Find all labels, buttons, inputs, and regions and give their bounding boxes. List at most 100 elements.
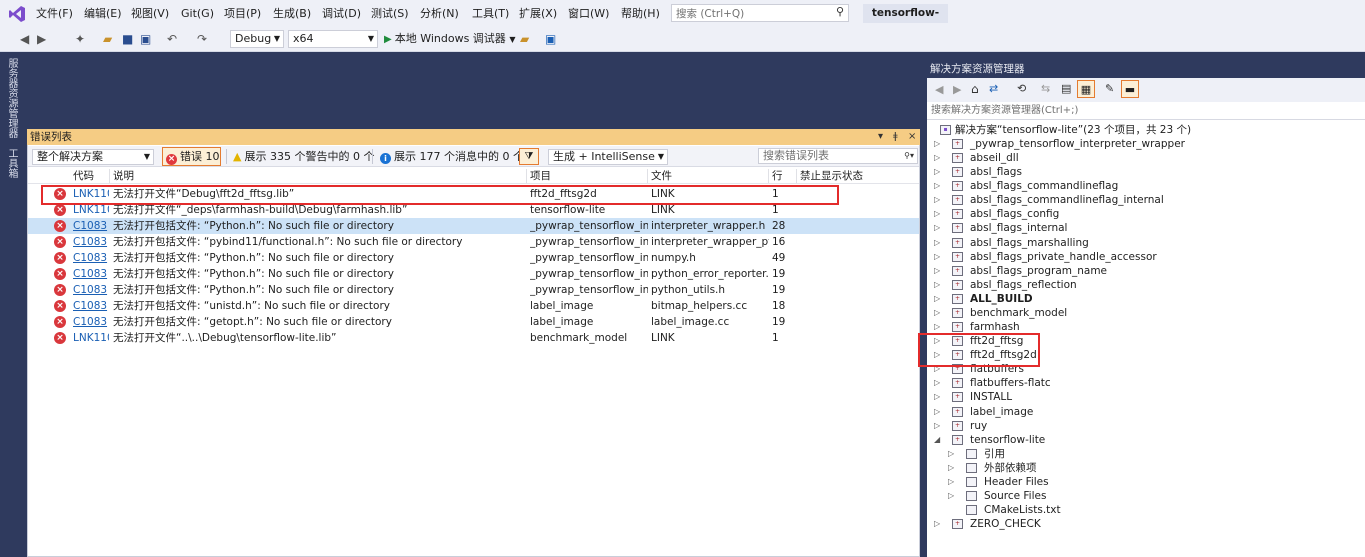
menu-item[interactable]: Git(G) [181,0,214,27]
expand-arrow-icon[interactable]: ▷ [934,390,940,404]
expand-arrow-icon[interactable]: ▷ [948,489,954,503]
error-row[interactable]: × C1083 无法打开包括文件: “getopt.h”: No such file… [28,314,919,330]
pending-changes-icon[interactable]: ⟲ [1017,82,1026,95]
menu-item[interactable]: 帮助(H) [621,0,660,27]
column-header-code[interactable]: 代码 [73,169,94,183]
expand-arrow-icon[interactable]: ▷ [934,320,940,334]
menu-item[interactable]: 窗口(W) [568,0,609,27]
expand-arrow-icon[interactable]: ▷ [934,179,940,193]
open-folder-icon[interactable]: ▰ [103,32,112,47]
expand-arrow-icon[interactable]: ▷ [934,405,940,419]
screenshot-icon[interactable]: ▣ [545,32,556,47]
menu-item[interactable]: 工具(T) [472,0,509,27]
error-description: 无法打开包括文件: “Python.h”: No such file or di… [113,252,394,264]
warnings-filter-button[interactable]: ▲ 展示 335 个警告中的 0 个 [233,148,374,165]
expand-arrow-icon[interactable]: ▷ [934,137,940,151]
error-code[interactable]: C1083 [73,250,109,266]
undo-icon[interactable]: ↶ [167,32,177,47]
expand-arrow-icon[interactable]: ▷ [934,419,940,433]
error-row[interactable]: × C1083 无法打开包括文件: “Python.h”: No such file… [28,218,919,234]
expand-arrow-icon[interactable]: ▷ [948,447,954,461]
column-header-description[interactable]: 说明 [113,169,134,183]
messages-filter-button[interactable]: i 展示 177 个消息中的 0 个 [380,148,524,165]
expand-arrow-icon[interactable]: ▷ [934,517,940,531]
error-row[interactable]: × C1083 无法打开包括文件: “Python.h”: No such file… [28,250,919,266]
save-icon[interactable]: ■ [122,32,133,47]
error-row[interactable]: × C1083 无法打开包括文件: “pybind11/functional.h”:… [28,234,919,250]
menu-item[interactable]: 扩展(X) [519,0,557,27]
sync-icon[interactable]: ⇆ [1041,82,1050,95]
switch-views-icon[interactable]: ⇄ [989,82,998,95]
server-explorer-tab[interactable]: 服务器资源管理器 [5,58,19,138]
save-all-icon[interactable]: ▣ [140,32,151,47]
pin-icon[interactable]: ǂ [893,129,898,145]
warning-icon: ▲ [233,150,242,163]
column-header-project[interactable]: 项目 [530,169,551,183]
menu-item[interactable]: 分析(N) [420,0,459,27]
forward-icon[interactable]: ▶ [37,32,46,47]
error-row[interactable]: × LNK1104 无法打开文件“..\..\Debug\tensorflow-li… [28,330,919,346]
expand-arrow-icon[interactable]: ▷ [948,461,954,475]
show-all-files-icon[interactable]: ▦ [1077,80,1095,98]
expand-arrow-icon[interactable]: ▷ [934,306,940,320]
menu-item[interactable]: 调试(D) [322,0,361,27]
expand-arrow-icon[interactable]: ▷ [934,165,940,179]
column-header-file[interactable]: 文件 [651,169,672,183]
build-intellisense-dropdown[interactable]: 生成 + IntelliSense ▼ [548,149,668,165]
properties-wrench-icon[interactable]: ✎ [1105,82,1114,95]
expand-arrow-icon[interactable]: ▷ [934,250,940,264]
visual-studio-logo-icon[interactable] [8,5,26,23]
menu-item[interactable]: 项目(P) [224,0,261,27]
menu-item[interactable]: 文件(F) [36,0,73,27]
error-code[interactable]: C1083 [73,314,109,330]
menu-item[interactable]: 视图(V) [131,0,169,27]
collapse-arrow-icon[interactable]: ◢ [934,433,940,447]
start-debugging-button[interactable]: ▶ 本地 Windows 调试器 ▼ [384,31,515,47]
error-row[interactable]: × C1083 无法打开包括文件: “Python.h”: No such file… [28,266,919,282]
error-code[interactable]: C1083 [73,266,109,282]
build-filter-icon[interactable]: ⧩ [519,148,539,165]
redo-icon[interactable]: ↷ [197,32,207,47]
expand-arrow-icon[interactable]: ▷ [948,475,954,489]
expand-arrow-icon[interactable]: ▷ [934,376,940,390]
close-icon[interactable]: × [908,129,916,145]
expand-arrow-icon[interactable]: ▷ [934,221,940,235]
column-header-line[interactable]: 行 [772,169,783,183]
find-in-files-icon[interactable]: ▰ [520,32,529,47]
error-code[interactable]: C1083 [73,298,109,314]
expand-arrow-icon[interactable]: ▷ [934,278,940,292]
error-list-search-input[interactable]: 搜索错误列表 ⚲▾ [758,148,918,164]
new-item-icon[interactable]: ✦ [75,32,85,47]
menu-item[interactable]: 生成(B) [273,0,311,27]
menu-item[interactable]: 编辑(E) [84,0,122,27]
project-icon: + [952,223,963,233]
expand-arrow-icon[interactable]: ▷ [934,292,940,306]
error-code[interactable]: LNK1104 [73,330,109,346]
expand-arrow-icon[interactable]: ▷ [934,236,940,250]
project-icon: + [952,322,963,332]
window-position-icon[interactable]: ▾ [878,129,883,145]
menu-item[interactable]: 测试(S) [371,0,409,27]
global-search-input[interactable]: 搜索 (Ctrl+Q) ⚲ [671,4,849,22]
collapse-all-icon[interactable]: ▤ [1061,82,1071,95]
toolbox-tab[interactable]: 工具箱 [5,148,19,178]
expand-arrow-icon[interactable]: ▷ [934,193,940,207]
solution-explorer-search-input[interactable]: 搜索解决方案资源管理器(Ctrl+;) [927,102,1365,120]
error-row[interactable]: × C1083 无法打开包括文件: “Python.h”: No such file… [28,282,919,298]
forward-icon[interactable]: ▶ [953,83,961,96]
expand-arrow-icon[interactable]: ▷ [934,264,940,278]
expand-arrow-icon[interactable]: ▷ [934,207,940,221]
platform-dropdown[interactable]: x64 ▼ [288,30,378,48]
back-icon[interactable]: ◀ [20,32,29,47]
column-header-suppression[interactable]: 禁止显示状态 [800,169,863,183]
home-icon[interactable]: ⌂ [971,82,979,96]
expand-arrow-icon[interactable]: ▷ [934,151,940,165]
error-row[interactable]: × C1083 无法打开包括文件: “unistd.h”: No such file… [28,298,919,314]
preview-icon[interactable]: ▬ [1121,80,1139,98]
configuration-dropdown[interactable]: Debug ▼ [230,30,284,48]
scope-dropdown[interactable]: 整个解决方案 ▼ [32,149,154,165]
back-icon[interactable]: ◀ [935,83,943,96]
error-code[interactable]: C1083 [73,234,109,250]
error-code[interactable]: C1083 [73,282,109,298]
error-code[interactable]: C1083 [73,218,109,234]
